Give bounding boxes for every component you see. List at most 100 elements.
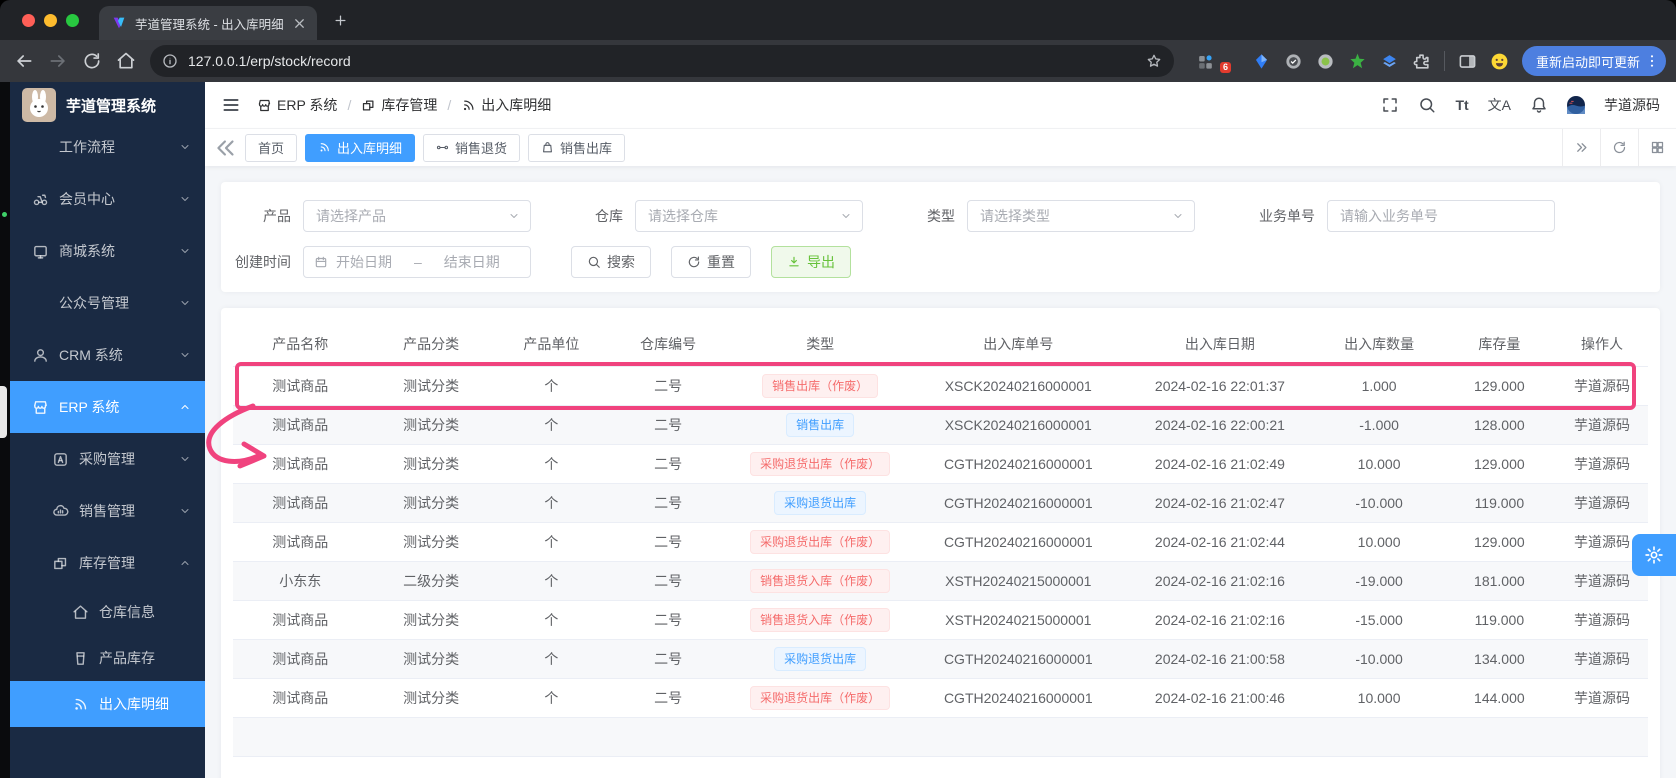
filter-input-field[interactable] [314, 207, 500, 225]
shop-icon [257, 98, 272, 113]
window-minimize-button[interactable] [44, 14, 57, 27]
sidebar-item[interactable]: 库存管理 [10, 537, 205, 589]
sidebar-item[interactable]: 销售管理 [10, 485, 205, 537]
extension-dark-circle-icon[interactable] [1284, 52, 1303, 71]
filter-select[interactable] [303, 200, 531, 232]
table-row[interactable]: 小东东二级分类个二号销售退货入库（作废）XSTH2024021500000120… [233, 561, 1648, 600]
user-avatar[interactable] [1567, 96, 1585, 114]
tags-scroll-left-icon[interactable] [213, 135, 239, 161]
extension-kite-icon[interactable] [1252, 52, 1271, 71]
filter-input-field[interactable] [646, 207, 832, 225]
cell-operator: 芋道源码 [1556, 483, 1648, 522]
window-maximize-button[interactable] [66, 14, 79, 27]
layout-grid-icon[interactable] [1650, 140, 1665, 155]
theme-settings-button[interactable] [1632, 534, 1676, 576]
sidebar-item[interactable]: 产品库存 [10, 635, 205, 681]
table-row[interactable]: 测试商品测试分类个二号销售出库XSCK202402160000012024-02… [233, 405, 1648, 444]
site-info-icon[interactable] [162, 53, 178, 69]
sidebar-item[interactable]: ERP 系统 [10, 381, 205, 433]
table-row[interactable]: 测试商品测试分类个二号采购退货出库CGTH202402160000012024-… [233, 483, 1648, 522]
breadcrumb-item[interactable]: 出入库明细 [461, 95, 551, 115]
sidebar-item[interactable]: 商城系统 [10, 225, 205, 277]
extensions-menu-icon[interactable] [1412, 52, 1431, 71]
cell-warehouse: 二号 [608, 366, 728, 405]
table-row[interactable]: 测试商品测试分类个二号销售出库（作废）XSCK20240216000001202… [233, 366, 1648, 405]
url-text[interactable]: 127.0.0.1/erp/stock/record [188, 53, 1136, 69]
extension-green-star-icon[interactable] [1348, 52, 1367, 71]
table-row[interactable]: 测试商品测试分类个二号采购退货出库CGTH202402160000012024-… [233, 639, 1648, 678]
breadcrumb-item[interactable]: ERP 系统 [257, 95, 337, 115]
filter-input[interactable] [1327, 200, 1555, 232]
filter-select[interactable] [967, 200, 1195, 232]
collapse-sidebar-icon[interactable] [221, 95, 241, 115]
back-icon[interactable] [14, 51, 34, 71]
tag-tab[interactable]: 销售出库 [528, 134, 625, 162]
cell-stock: 119.000 [1443, 483, 1556, 522]
tab-close-icon[interactable] [292, 16, 307, 31]
sidebar-item[interactable]: 公众号管理 [10, 277, 205, 329]
browser-menu-icon[interactable] [1644, 53, 1660, 69]
filter-input-field[interactable] [1338, 207, 1544, 225]
chevron-down-icon [179, 141, 191, 153]
sidebar-item[interactable]: 出入库明细 [10, 681, 205, 727]
browser-home-icon[interactable] [116, 51, 136, 71]
search-icon[interactable] [1418, 96, 1436, 114]
extension-layers-icon[interactable] [1380, 52, 1399, 71]
tag-tab[interactable]: 销售退货 [423, 134, 520, 162]
address-bar[interactable]: 127.0.0.1/erp/stock/record [150, 45, 1174, 77]
sidebar-item-label: 销售管理 [79, 501, 179, 521]
search-button[interactable]: 搜索 [571, 246, 651, 278]
filter-select[interactable] [635, 200, 863, 232]
app-logo-row[interactable]: 芋道管理系统 [10, 82, 205, 128]
table-row[interactable]: 测试商品测试分类个二号采购退货出库（作废）CGTH202402160000012… [233, 522, 1648, 561]
sidebar-item[interactable]: 采购管理 [10, 433, 205, 485]
table-row[interactable]: 测试商品测试分类个二号采购退货出库（作废）CGTH202402160000012… [233, 444, 1648, 483]
type-badge: 销售出库 [786, 413, 854, 437]
date-range-picker[interactable]: 开始日期 – 结束日期 [303, 246, 531, 278]
refresh-page-icon[interactable] [1612, 140, 1627, 155]
tags-scroll-right-icon[interactable] [1574, 140, 1589, 155]
fullscreen-icon[interactable] [1381, 96, 1399, 114]
reset-button[interactable]: 重置 [671, 246, 751, 278]
cell-type: 销售退货入库（作废） [728, 600, 912, 639]
browser-profile-avatar[interactable] [1490, 52, 1509, 71]
side-panel-icon[interactable] [1458, 52, 1477, 71]
tag-tab[interactable]: 出入库明细 [305, 134, 415, 162]
table-row[interactable]: 测试商品测试分类个二号销售退货入库（作废）XSTH202402150000012… [233, 600, 1648, 639]
bookmark-star-icon[interactable] [1146, 53, 1162, 69]
sidebar-item[interactable]: CRM 系统 [10, 329, 205, 381]
forward-icon[interactable] [48, 51, 68, 71]
window-close-button[interactable] [22, 14, 35, 27]
sidebar-item[interactable]: 仓库信息 [10, 589, 205, 635]
export-button[interactable]: 导出 [771, 246, 851, 278]
language-icon[interactable]: 文A [1488, 98, 1511, 112]
extension-blocks-icon[interactable] [1196, 52, 1215, 71]
browser-tab[interactable]: 芋道管理系统 - 出入库明细 [99, 6, 317, 40]
cell-product: 测试商品 [233, 405, 367, 444]
sidebar-item[interactable]: 工作流程 [10, 121, 205, 173]
chevron-up-icon [179, 557, 191, 569]
notification-bell-icon[interactable] [1530, 96, 1548, 114]
sidebar-item[interactable]: 会员中心 [10, 173, 205, 225]
date-start-placeholder[interactable]: 开始日期 [336, 252, 392, 272]
navbar-actions: Tt 文A 芋道源码 [1381, 95, 1660, 115]
records-table: 产品名称产品分类产品单位仓库编号类型出入库单号出入库日期出入库数量库存量操作人 … [233, 322, 1648, 757]
cell-product: 测试商品 [233, 678, 367, 717]
font-size-icon[interactable]: Tt [1455, 98, 1468, 112]
filter-input-field[interactable] [978, 207, 1164, 225]
username[interactable]: 芋道源码 [1604, 95, 1660, 115]
browser-update-button[interactable]: 重新启动即可更新 [1522, 46, 1666, 76]
reload-icon[interactable] [82, 51, 102, 71]
cell-type: 销售出库（作废） [728, 366, 912, 405]
cloud-icon [52, 503, 69, 520]
date-end-placeholder[interactable]: 结束日期 [444, 252, 500, 272]
breadcrumb-item[interactable]: 库存管理 [361, 95, 437, 115]
bag-icon [541, 141, 554, 154]
reset-button-icon [687, 255, 701, 269]
new-tab-button[interactable] [327, 7, 353, 33]
table-row[interactable]: 测试商品测试分类个二号采购退货出库（作废）CGTH202402160000012… [233, 678, 1648, 717]
table-header-cell: 出入库单号 [912, 322, 1124, 366]
tag-tab[interactable]: 首页 [245, 134, 297, 162]
filter-label: 业务单号 [1259, 206, 1315, 226]
extension-green-circle-icon[interactable] [1316, 52, 1335, 71]
